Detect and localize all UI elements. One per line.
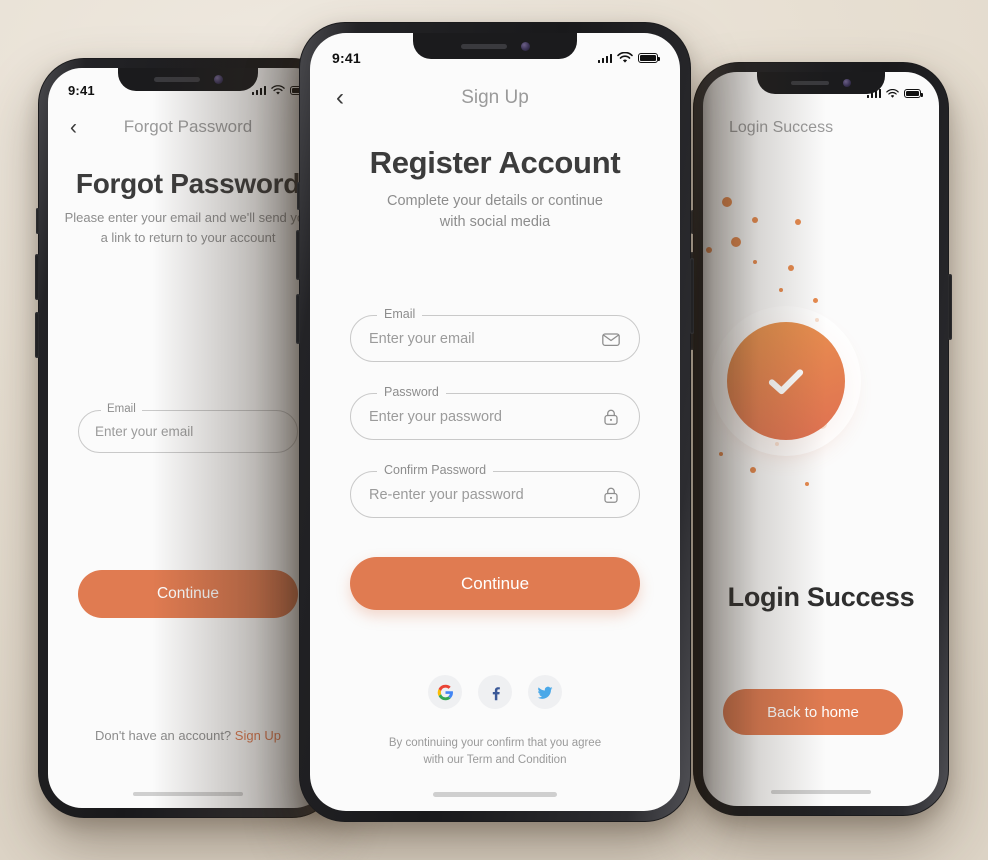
- signup-link[interactable]: Sign Up: [235, 728, 281, 743]
- nav-bar: ‹ Forgot Password: [48, 112, 328, 142]
- page-title: Register Account: [369, 145, 621, 180]
- confetti-dot: [706, 247, 712, 253]
- twitter-icon: [537, 686, 553, 699]
- home-indicator: [133, 792, 243, 796]
- chevron-left-icon[interactable]: ‹: [336, 86, 344, 110]
- email-field-placeholder: Enter your email: [369, 330, 475, 347]
- nav-title: Sign Up: [461, 87, 529, 108]
- terms-line2: with our Term and Condition: [423, 754, 567, 767]
- volume-up-button: [35, 254, 39, 300]
- mute-switch: [691, 210, 694, 234]
- volume-down-button: [296, 294, 300, 344]
- envelope-icon: [602, 332, 620, 346]
- confetti-dot: [812, 297, 818, 303]
- facebook-signin-button[interactable]: [478, 675, 512, 709]
- mute-switch: [36, 208, 39, 234]
- terms-line1: By continuing your confirm that you agre…: [388, 737, 602, 749]
- confetti-dot: [788, 265, 794, 271]
- mockup-stage: 9:41 ‹ Forgot Password Forgot Password P…: [0, 0, 988, 860]
- chevron-left-icon[interactable]: ‹: [70, 117, 77, 138]
- status-bar: 9:41: [310, 33, 680, 73]
- cellular-bars-icon: [251, 86, 266, 95]
- page-subtitle: Complete your details or continue with s…: [356, 191, 634, 233]
- confetti-dot: [752, 217, 758, 223]
- status-time: 9:41: [332, 50, 361, 66]
- confetti-dot: [779, 288, 783, 292]
- twitter-signin-button[interactable]: [528, 675, 562, 709]
- home-indicator: [433, 792, 557, 797]
- power-button: [948, 274, 952, 340]
- wifi-icon: [617, 52, 633, 63]
- phone-mockup-login-success: 9:41 Login Success: [690, 62, 952, 816]
- social-login-row: [310, 675, 680, 709]
- back-to-home-label: Back to home: [767, 703, 859, 721]
- power-button: [690, 258, 694, 334]
- confirm-password-field-label: Confirm Password: [377, 463, 494, 477]
- nav-title: Forgot Password: [123, 117, 253, 136]
- password-field-placeholder: Enter your password: [369, 408, 502, 425]
- facebook-icon: [492, 686, 500, 700]
- email-field-label: Email: [377, 307, 423, 321]
- confetti-dot: [775, 442, 779, 446]
- battery-icon: [904, 89, 924, 98]
- confirm-password-field[interactable]: Confirm Password Re-enter your password: [350, 463, 640, 518]
- email-field[interactable]: Email Enter your email: [350, 307, 640, 362]
- confetti-dot: [719, 452, 723, 456]
- confetti-dot: [753, 260, 757, 264]
- cellular-bars-icon: [866, 89, 881, 98]
- continue-button-label: Continue: [156, 585, 220, 602]
- battery-icon: [638, 53, 661, 63]
- home-indicator: [771, 790, 871, 794]
- cellular-bars-icon: [597, 53, 612, 63]
- confetti-dot: [722, 197, 732, 207]
- phone-mockup-forgot-password: 9:41 ‹ Forgot Password Forgot Password P…: [35, 58, 341, 818]
- status-bar: 9:41: [48, 68, 328, 104]
- email-field-label: Email: [101, 403, 142, 415]
- status-time: 9:41: [68, 83, 95, 98]
- confetti-dot: [731, 237, 741, 247]
- check-mark-icon: [768, 369, 804, 395]
- page-title: Login Success: [727, 582, 915, 612]
- continue-button[interactable]: Continue: [350, 557, 640, 610]
- screen-sign-up: 9:41 ‹ Sign Up Register Account Complete…: [310, 33, 680, 811]
- lock-icon[interactable]: [601, 485, 621, 505]
- wifi-icon: [271, 85, 285, 95]
- check-circle-icon: [727, 322, 845, 440]
- confirm-password-field-placeholder: Re-enter your password: [369, 486, 524, 503]
- confetti-dot: [815, 318, 819, 322]
- nav-bar: Login Success: [703, 114, 939, 142]
- page-subtitle-line1: Complete your details or continue: [386, 193, 603, 209]
- continue-button-label: Continue: [460, 573, 530, 593]
- password-field-label: Password: [377, 385, 446, 399]
- confetti-dot: [805, 482, 809, 486]
- page-subtitle: Please enter your email and we'll send y…: [64, 210, 312, 246]
- confetti-dot: [750, 467, 756, 473]
- volume-down-button: [35, 312, 39, 358]
- continue-button[interactable]: Continue: [78, 570, 298, 618]
- google-icon: [437, 684, 453, 700]
- volume-up-button: [296, 230, 300, 280]
- screen-forgot-password: 9:41 ‹ Forgot Password Forgot Password P…: [48, 68, 328, 808]
- page-title: Forgot Password: [75, 168, 301, 199]
- mute-switch: [297, 182, 300, 210]
- nav-bar: ‹ Sign Up: [310, 81, 680, 115]
- signup-prompt: Don't have an account? Sign Up: [48, 728, 328, 743]
- email-field[interactable]: Email Enter your email: [78, 403, 298, 453]
- password-field[interactable]: Password Enter your password: [350, 385, 640, 440]
- page-subtitle-line2: with social media: [439, 214, 551, 231]
- email-field-placeholder: Enter your email: [95, 424, 194, 439]
- back-to-home-button[interactable]: Back to home: [723, 689, 903, 735]
- nav-title: Login Success: [729, 119, 834, 136]
- confetti-dot: [795, 219, 801, 225]
- terms-text: By continuing your confirm that you agre…: [356, 735, 634, 770]
- signup-prompt-text: Don't have an account?: [94, 728, 235, 743]
- phone-mockup-sign-up: 9:41 ‹ Sign Up Register Account Complete…: [296, 22, 694, 822]
- lock-icon[interactable]: [601, 407, 621, 427]
- screen-login-success: 9:41 Login Success: [703, 72, 939, 806]
- google-signin-button[interactable]: [428, 675, 462, 709]
- status-bar: 9:41: [703, 72, 939, 106]
- wifi-icon: [886, 88, 899, 98]
